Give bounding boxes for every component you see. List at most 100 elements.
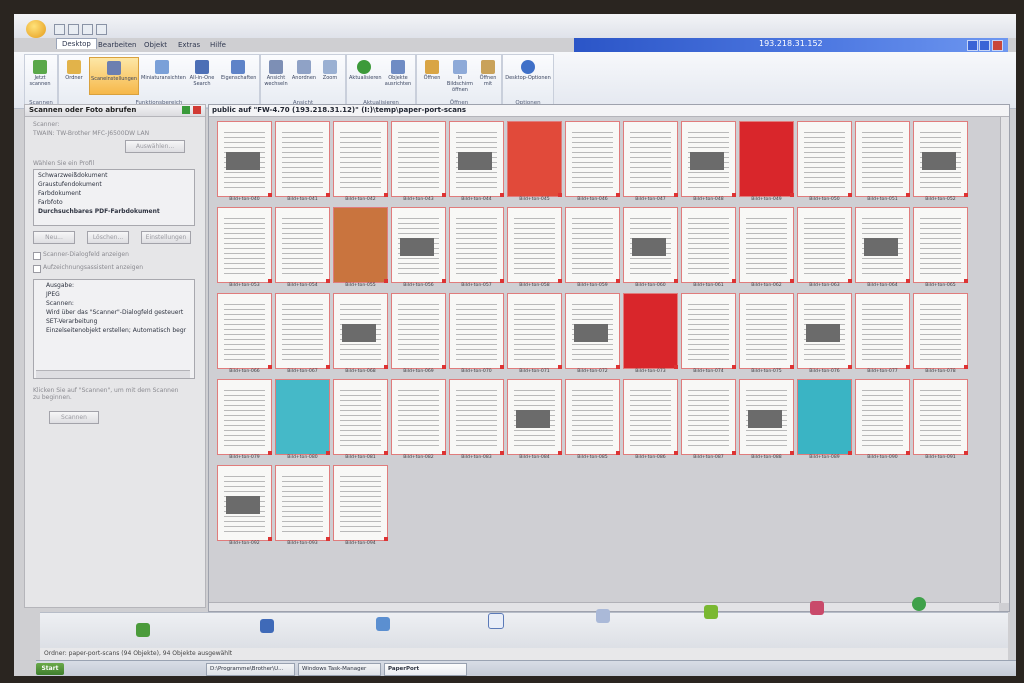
thumbnail[interactable]: Bild+ton-071	[507, 293, 562, 374]
save-icon[interactable]	[54, 24, 65, 35]
profile-item[interactable]: Farbfoto	[38, 199, 63, 206]
thumbnail[interactable]: Bild+ton-085	[565, 379, 620, 460]
thumbnail[interactable]: Bild+ton-052	[913, 121, 968, 202]
people-icon[interactable]	[810, 601, 824, 615]
thumbnail[interactable]: Bild+ton-045	[507, 121, 562, 202]
align-objects-button[interactable]: Objekte ausrichten	[383, 57, 413, 93]
shape-icon[interactable]	[704, 605, 718, 619]
thumbnail[interactable]: Bild+ton-083	[449, 379, 504, 460]
thumbnail[interactable]: Bild+ton-080	[275, 379, 330, 460]
thumbnail[interactable]: Bild+ton-059	[565, 207, 620, 288]
thumbnail[interactable]: Bild+ton-065	[913, 207, 968, 288]
profile-item[interactable]: Farbdokument	[38, 190, 81, 197]
close-button[interactable]	[992, 40, 1003, 51]
profile-settings-button[interactable]: Einstellungen	[141, 231, 191, 244]
refresh-button[interactable]: Aktualisieren	[349, 57, 382, 93]
thumbnail[interactable]: Bild+ton-041	[275, 121, 330, 202]
open-in-screen-button[interactable]: In Bildschirm öffnen	[445, 57, 475, 93]
scan-settings-button[interactable]: Scaneinstellungen	[89, 57, 139, 95]
note-icon[interactable]	[376, 617, 390, 631]
panel-close-icon[interactable]	[193, 106, 201, 114]
scanner-icon[interactable]	[136, 623, 150, 637]
thumbnail[interactable]: Bild+ton-049	[739, 121, 794, 202]
thumbnail[interactable]: Bild+ton-068	[333, 293, 388, 374]
tab-desktop[interactable]: Desktop	[56, 38, 97, 49]
thumbnail[interactable]: Bild+ton-054	[275, 207, 330, 288]
thumbnail[interactable]: Bild+ton-064	[855, 207, 910, 288]
thumbnail[interactable]: Bild+ton-067	[275, 293, 330, 374]
undo-icon[interactable]	[68, 24, 79, 35]
thumbnail[interactable]: Bild+ton-055	[333, 207, 388, 288]
thumbnail[interactable]: Bild+ton-042	[333, 121, 388, 202]
open-with-button[interactable]: Öffnen mit	[475, 57, 501, 93]
vertical-scrollbar[interactable]	[1000, 117, 1009, 603]
profile-item-selected[interactable]: Durchsuchbares PDF-Farbdokument	[38, 208, 160, 215]
properties-button[interactable]: Eigenschaften	[221, 57, 256, 93]
thumbnail[interactable]: Bild+ton-063	[797, 207, 852, 288]
open-button[interactable]: Öffnen	[419, 57, 445, 93]
scan-button[interactable]: Scannen	[49, 411, 99, 424]
tab-bearbeiten[interactable]: Bearbeiten	[98, 41, 136, 49]
thumbnail[interactable]: Bild+ton-051	[855, 121, 910, 202]
ftp-icon[interactable]	[488, 613, 504, 629]
thumbnail[interactable]: Bild+ton-081	[333, 379, 388, 460]
thumbnail[interactable]: Bild+ton-094	[333, 465, 388, 546]
thumbnail[interactable]: Bild+ton-047	[623, 121, 678, 202]
thumbnail[interactable]: Bild+ton-090	[855, 379, 910, 460]
thumbnail[interactable]: Bild+ton-078	[913, 293, 968, 374]
thumbnail[interactable]: Bild+ton-079	[217, 379, 272, 460]
output-scrollbar[interactable]	[36, 370, 190, 378]
thumbnail[interactable]: Bild+ton-091	[913, 379, 968, 460]
scanner-dialog-checkbox[interactable]	[33, 252, 41, 260]
thumbnail[interactable]: Bild+ton-069	[391, 293, 446, 374]
print-icon[interactable]	[96, 24, 107, 35]
thumbnail[interactable]: Bild+ton-058	[507, 207, 562, 288]
thumbnail[interactable]: Bild+ton-088	[739, 379, 794, 460]
thumbnail[interactable]: Bild+ton-050	[797, 121, 852, 202]
redo-icon[interactable]	[82, 24, 93, 35]
select-scanner-button[interactable]: Auswählen...	[125, 140, 185, 153]
fax-icon[interactable]	[596, 609, 610, 623]
thumbnail[interactable]: Bild+ton-087	[681, 379, 736, 460]
thumbnail[interactable]: Bild+ton-066	[217, 293, 272, 374]
task-task-manager[interactable]: Windows Task-Manager	[298, 663, 381, 676]
switch-view-button[interactable]: Ansicht wechseln	[263, 57, 289, 93]
delete-profile-button[interactable]: Löschen...	[87, 231, 129, 244]
thumbnail[interactable]: Bild+ton-077	[855, 293, 910, 374]
thumbnail[interactable]: Bild+ton-048	[681, 121, 736, 202]
desktop-options-button[interactable]: Desktop-Optionen	[505, 57, 551, 93]
thumbnail[interactable]: Bild+ton-044	[449, 121, 504, 202]
thumbnail[interactable]: Bild+ton-056	[391, 207, 446, 288]
thumbnail[interactable]: Bild+ton-084	[507, 379, 562, 460]
thumbnail[interactable]: Bild+ton-082	[391, 379, 446, 460]
thumbnail[interactable]: Bild+ton-092	[217, 465, 272, 546]
recording-assistant-checkbox[interactable]	[33, 265, 41, 273]
thumbnail[interactable]: Bild+ton-060	[623, 207, 678, 288]
edit-icon[interactable]	[260, 619, 274, 633]
thumbnail[interactable]: Bild+ton-070	[449, 293, 504, 374]
minimize-button[interactable]	[967, 40, 978, 51]
folder-button[interactable]: Ordner	[61, 57, 87, 93]
thumbnail[interactable]: Bild+ton-073	[623, 293, 678, 374]
task-paperport[interactable]: PaperPort	[384, 663, 467, 676]
new-profile-button[interactable]: Neu...	[33, 231, 75, 244]
tab-hilfe[interactable]: Hilfe	[210, 41, 226, 49]
thumbnail[interactable]: Bild+ton-053	[217, 207, 272, 288]
help-icon[interactable]	[182, 106, 190, 114]
tab-objekt[interactable]: Objekt	[144, 41, 167, 49]
maximize-button[interactable]	[979, 40, 990, 51]
thumbnail[interactable]: Bild+ton-061	[681, 207, 736, 288]
profile-item[interactable]: Schwarzweißdokument	[38, 172, 107, 179]
thumbnail[interactable]: Bild+ton-089	[797, 379, 852, 460]
all-in-one-search-button[interactable]: All-in-One Search	[187, 57, 217, 93]
tab-extras[interactable]: Extras	[178, 41, 200, 49]
thumbnail[interactable]: Bild+ton-076	[797, 293, 852, 374]
thumbnail[interactable]: Bild+ton-057	[449, 207, 504, 288]
thumbnail[interactable]: Bild+ton-043	[391, 121, 446, 202]
start-button[interactable]: Start	[36, 663, 64, 675]
thumbnail[interactable]: Bild+ton-075	[739, 293, 794, 374]
profile-item[interactable]: Graustufendokument	[38, 181, 102, 188]
arrange-button[interactable]: Anordnen	[291, 57, 317, 93]
globe-icon[interactable]	[912, 597, 926, 611]
thumbnail[interactable]: Bild+ton-093	[275, 465, 330, 546]
